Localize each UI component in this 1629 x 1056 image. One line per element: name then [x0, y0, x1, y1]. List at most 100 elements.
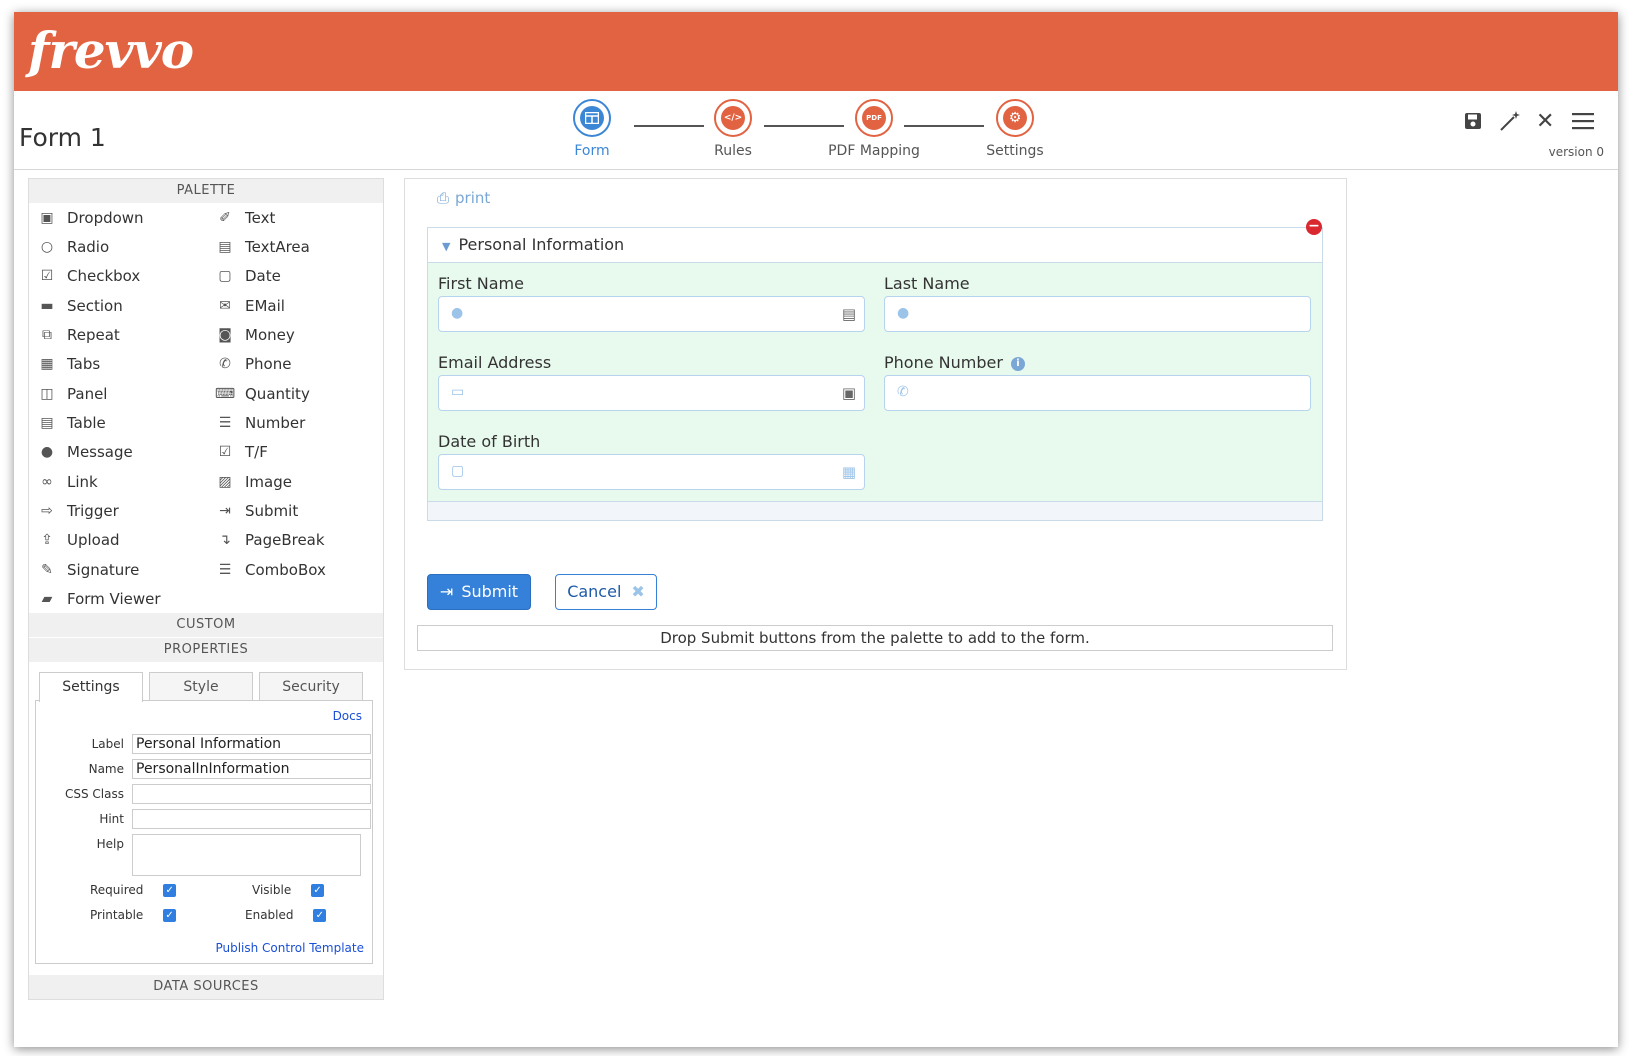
custom-header[interactable]: CUSTOM — [29, 613, 383, 637]
sign-in-icon: ⇥ — [219, 502, 231, 519]
first-name-input[interactable]: ● ▤ — [438, 296, 865, 332]
app-window: frevvo Form 1 Form </> Rules PDF PDF Map… — [14, 12, 1618, 1047]
magic-wand-icon[interactable] — [1498, 109, 1522, 139]
palette-header: PALETTE — [29, 179, 383, 203]
palette-item-combobox[interactable]: ☰ ComboBox — [217, 555, 326, 584]
phone-number-input[interactable]: ✆ — [884, 375, 1311, 411]
data-sources-header[interactable]: DATA SOURCES — [29, 975, 383, 999]
code-badge: </> — [721, 106, 745, 130]
gear-icon: ⚙ — [996, 99, 1034, 137]
step-pdf-mapping[interactable]: PDF PDF Mapping — [814, 99, 934, 159]
required-checkbox[interactable]: ✓ — [163, 884, 177, 897]
hint-input[interactable] — [132, 809, 371, 829]
properties-header[interactable]: PROPERTIES — [29, 638, 383, 662]
tab-style[interactable]: Style — [149, 672, 253, 701]
name-input[interactable]: PersonalInInformation — [132, 759, 371, 779]
step-label: Settings — [986, 143, 1044, 159]
palette-item-repeat[interactable]: ⧉ Repeat — [39, 320, 120, 349]
palette-item-table[interactable]: ▤ Table — [39, 408, 105, 437]
palette-item-phone[interactable]: ✆ Phone — [217, 349, 291, 378]
step-settings[interactable]: ⚙ Settings — [955, 99, 1075, 159]
step-label: Form — [574, 143, 610, 159]
tabs-icon: ▦ — [40, 355, 54, 372]
palette-item-submit[interactable]: ⇥ Submit — [217, 496, 298, 525]
palette-item-upload[interactable]: ⇪ Upload — [39, 525, 119, 554]
label-input[interactable]: Personal Information — [132, 734, 371, 754]
form-title: Form 1 — [19, 123, 106, 152]
save-icon[interactable] — [1464, 111, 1482, 136]
phone-icon: ✆ — [219, 355, 231, 372]
pdf-icon: PDF — [855, 99, 893, 137]
last-name-input[interactable]: ● — [884, 296, 1311, 332]
palette-item-checkbox[interactable]: ☑ Checkbox — [39, 261, 141, 290]
remove-section-icon[interactable]: − — [1306, 219, 1322, 235]
palette-item-panel[interactable]: ◫ Panel — [39, 379, 107, 408]
submit-drop-zone[interactable]: Drop Submit buttons from the palette to … — [417, 625, 1333, 651]
prop-label: Label — [91, 737, 124, 751]
palette-item-radio[interactable]: ○ Radio — [39, 232, 109, 261]
prop-row-name: Name PersonalInInformation — [36, 759, 372, 781]
phone-number-label: Phone Number i — [884, 353, 1025, 372]
close-icon[interactable]: ✕ — [1536, 109, 1554, 134]
first-name-label: First Name — [438, 274, 524, 293]
palette-item-date[interactable]: ▢ Date — [217, 261, 280, 290]
visible-checkbox[interactable]: ✓ — [311, 884, 325, 897]
palette-item-link[interactable]: ∞ Link — [39, 467, 98, 496]
enabled-checkbox[interactable]: ✓ — [313, 909, 327, 922]
palette-item-quantity[interactable]: ⌨ Quantity — [215, 379, 310, 408]
caret-down-icon[interactable]: ▼ — [442, 240, 450, 253]
envelope-icon: ✉ — [219, 297, 231, 314]
prop-row-label: Label Personal Information — [36, 734, 372, 756]
frevvo-logo: frevvo — [28, 21, 194, 80]
prop-row-hint: Hint — [36, 809, 372, 831]
printable-checkbox[interactable]: ✓ — [163, 909, 177, 922]
palette-item-message[interactable]: ● Message — [39, 437, 133, 466]
contact-card-icon: ▣ — [841, 384, 856, 402]
info-icon[interactable]: i — [1010, 356, 1025, 371]
palette-item-pagebreak[interactable]: ↴ PageBreak — [217, 525, 324, 554]
date-of-birth-input[interactable]: ▢ ▦ — [438, 454, 865, 490]
step-rules[interactable]: </> Rules — [673, 99, 793, 159]
publish-control-template-link[interactable]: Publish Control Template — [215, 941, 364, 955]
printable-row: Printable ✓ — [90, 908, 177, 922]
palette-item-section[interactable]: ▬ Section — [39, 291, 122, 320]
personal-information-section[interactable]: ▼ Personal Information First Name ● ▤ Las… — [427, 227, 1323, 521]
palette-item-trigger[interactable]: ⇨ Trigger — [39, 496, 119, 525]
palette-item-number[interactable]: ☰ Number — [217, 408, 306, 437]
designer-steps: Form </> Rules PDF PDF Mapping ⚙ Setting… — [554, 99, 1074, 169]
palette-item-text[interactable]: ✐ Text — [217, 203, 275, 232]
submit-button[interactable]: ⇥ Submit — [427, 574, 531, 610]
calendar-picker-icon[interactable]: ▦ — [842, 463, 856, 481]
palette-item-dropdown[interactable]: ▣ Dropdown — [39, 203, 143, 232]
list-icon: ☰ — [218, 561, 232, 578]
enabled-row: Enabled ✓ — [245, 908, 327, 922]
prop-label: CSS Class — [65, 787, 124, 801]
step-form[interactable]: Form — [532, 99, 652, 159]
palette-item-image[interactable]: ▨ Image — [217, 467, 292, 496]
calendar-icon: ▢ — [218, 267, 232, 284]
palette-item-tf[interactable]: ☑ T/F — [217, 437, 268, 466]
tab-settings[interactable]: Settings — [39, 672, 143, 702]
palette-item-tabs[interactable]: ▦ Tabs — [39, 349, 100, 378]
palette-item-money[interactable]: ◙ Money — [217, 320, 295, 349]
email-address-input[interactable]: ▭ ▣ — [438, 375, 865, 411]
pdf-badge: PDF — [862, 106, 886, 130]
palette-item-form-viewer[interactable]: ▰ Form Viewer — [39, 584, 161, 613]
checkbox-icon: ☑ — [40, 267, 54, 284]
palette-panel: PALETTE ▣ Dropdown ○ Radio ☑ Checkbox ▬ Sect… — [28, 178, 384, 1000]
section-header[interactable]: ▼ Personal Information — [428, 228, 1322, 263]
tab-security[interactable]: Security — [259, 672, 363, 701]
money-icon: ◙ — [218, 326, 232, 343]
palette-item-email[interactable]: ✉ EMail — [217, 291, 285, 320]
palette-item-signature[interactable]: ✎ Signature — [39, 555, 139, 584]
menu-icon[interactable] — [1572, 111, 1594, 136]
css-class-input[interactable] — [132, 784, 371, 804]
step-label: Rules — [714, 143, 752, 159]
palette-item-textarea[interactable]: ▤ TextArea — [217, 232, 309, 261]
prop-label: Hint — [99, 812, 124, 826]
cancel-button[interactable]: Cancel ✖ — [555, 574, 657, 610]
help-textarea[interactable] — [132, 834, 361, 876]
print-link[interactable]: ⎙ print — [437, 189, 490, 207]
dropdown-icon: ▣ — [40, 209, 54, 226]
docs-link[interactable]: Docs — [333, 709, 362, 723]
